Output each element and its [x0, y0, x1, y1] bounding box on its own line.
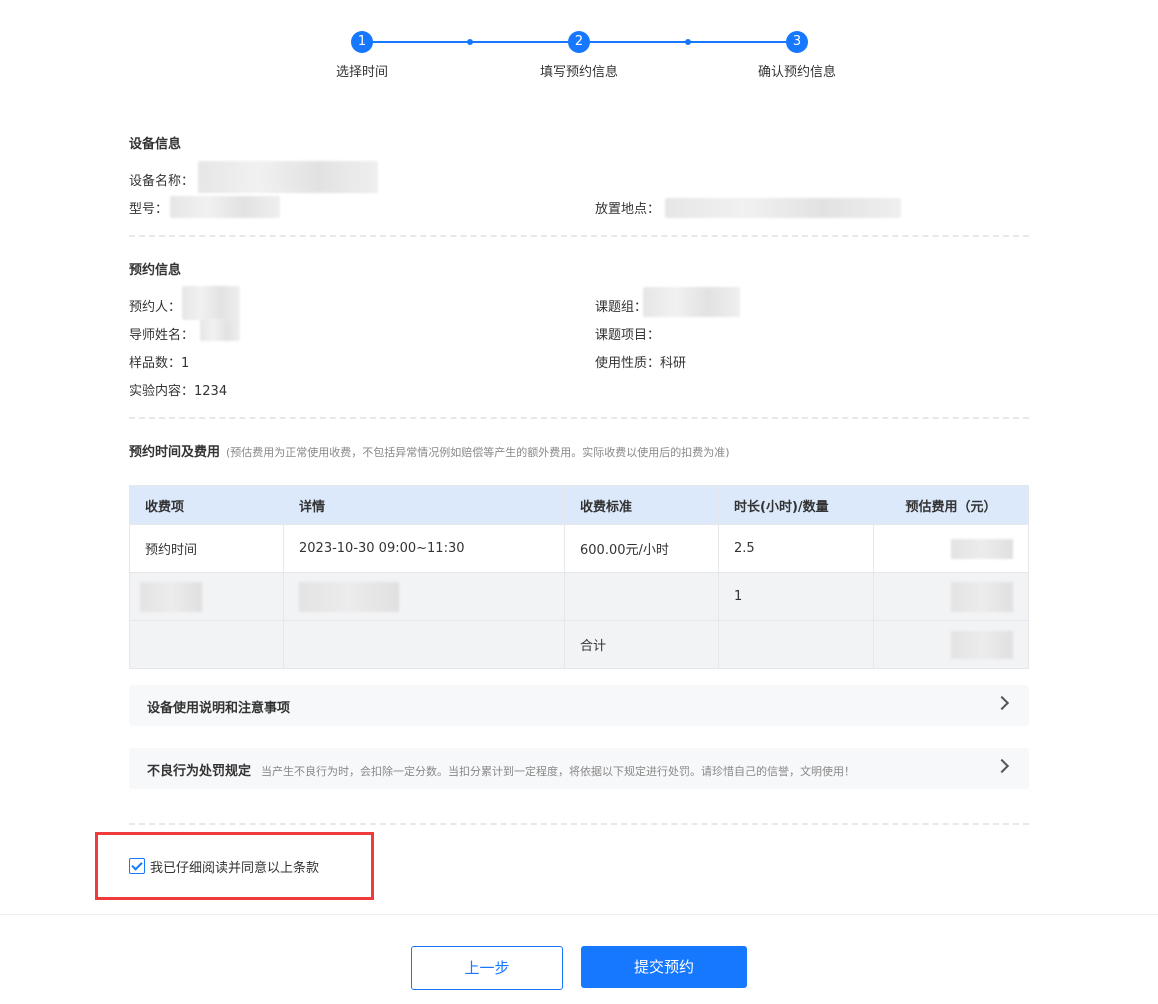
- row2-quantity: 1: [718, 572, 874, 621]
- submit-booking-button[interactable]: 提交预约: [581, 946, 747, 988]
- total-cost-redacted: [951, 630, 1013, 659]
- row2-detail: [283, 572, 565, 621]
- row1-cost-redacted: [951, 538, 1013, 559]
- fee-table-header: 收费项 详情 收费标准 时长(小时)/数量 预估费用（元）: [129, 485, 1029, 525]
- section-divider: [129, 823, 1029, 825]
- device-location-redacted: [665, 198, 901, 218]
- step-connector-dot: [467, 39, 473, 45]
- row1-item: 预约时间: [129, 524, 284, 573]
- step-connector-dot: [685, 39, 691, 45]
- sample-count: 样品数：1: [129, 356, 190, 371]
- step-1-circle: 1: [351, 31, 373, 53]
- penalty-desc: 当产生不良行为时，会扣除一定分数。当扣分累计到一定程度，将依据以下规定进行处罚。…: [261, 765, 856, 778]
- step-2-label: 填写预约信息: [539, 65, 619, 80]
- row1-quantity: 2.5: [718, 524, 874, 573]
- penalty-panel-title: 不良行为处罚规定 当产生不良行为时，会扣除一定分数。当扣分累计到一定程度，将依据以…: [147, 760, 855, 779]
- booking-stepper: 1 2 3 选择时间 填写预约信息 确认预约信息: [0, 0, 1158, 90]
- agreement-label[interactable]: 我已仔细阅读并同意以上条款: [150, 857, 319, 876]
- step-3-circle: 3: [786, 31, 808, 53]
- row2-rate: [564, 572, 719, 621]
- previous-step-button[interactable]: 上一步: [411, 946, 563, 990]
- agreement-checkbox[interactable]: [129, 858, 145, 874]
- device-model-label: 型号：: [129, 202, 169, 217]
- header-quantity: 时长(小时)/数量: [718, 485, 874, 525]
- fee-table: 收费项 详情 收费标准 时长(小时)/数量 预估费用（元） 预约时间 2023-…: [129, 485, 1029, 669]
- header-detail: 详情: [283, 485, 565, 525]
- booker-redacted: [182, 286, 240, 320]
- table-row: 预约时间 2023-10-30 09:00~11:30 600.00元/小时 2…: [129, 524, 1029, 573]
- row2-cost-redacted: [951, 581, 1013, 612]
- row1-detail: 2023-10-30 09:00~11:30: [283, 524, 565, 573]
- section-divider: [129, 417, 1029, 419]
- usage-type: 使用性质：科研: [595, 356, 687, 371]
- fees-title-text: 预约时间及费用: [129, 445, 221, 460]
- fees-note: (预估费用为正常使用收费，不包括异常情况例如赔偿等产生的额外费用。实际收费以使用…: [226, 446, 730, 459]
- advisor-redacted: [200, 319, 240, 341]
- table-row: 1: [129, 572, 1029, 621]
- penalty-rules-panel[interactable]: 不良行为处罚规定 当产生不良行为时，会扣除一定分数。当扣分累计到一定程度，将依据以…: [129, 748, 1029, 789]
- fees-title: 预约时间及费用 (预估费用为正常使用收费，不包括异常情况例如赔偿等产生的额外费用。…: [129, 441, 730, 460]
- step-3-label: 确认预约信息: [757, 65, 837, 80]
- footer-divider: [0, 914, 1158, 915]
- research-group-redacted: [643, 287, 740, 317]
- row2-cost: [873, 572, 1029, 621]
- row2-item: [129, 572, 284, 621]
- header-item: 收费项: [129, 485, 284, 525]
- chevron-right-icon: [994, 758, 1010, 774]
- penalty-title-text: 不良行为处罚规定: [147, 764, 252, 779]
- chevron-right-icon: [994, 695, 1010, 711]
- device-model-redacted: [170, 196, 280, 218]
- table-total-row: 合计: [129, 620, 1029, 669]
- project-label: 课题项目：: [595, 328, 661, 343]
- row1-rate: 600.00元/小时: [564, 524, 719, 573]
- advisor-label: 导师姓名：: [129, 328, 195, 343]
- booking-info-title: 预约信息: [129, 263, 182, 278]
- research-group-label: 课题组：: [595, 300, 648, 315]
- total-empty-1: [129, 620, 284, 669]
- total-cost: [873, 620, 1029, 669]
- header-estimated-cost: 预估费用（元）: [873, 485, 1029, 525]
- device-name-label: 设备名称：: [129, 174, 195, 189]
- booker-label: 预约人：: [129, 300, 182, 315]
- section-divider: [129, 235, 1029, 237]
- experiment-content: 实验内容：1234: [129, 384, 228, 399]
- device-info-title: 设备信息: [129, 137, 182, 152]
- step-2-circle: 2: [568, 31, 590, 53]
- instructions-panel[interactable]: 设备使用说明和注意事项: [129, 685, 1029, 726]
- row2-item-redacted: [140, 581, 202, 612]
- row2-detail-redacted: [299, 581, 399, 612]
- device-name-redacted: [198, 161, 378, 193]
- total-empty-3: [718, 620, 874, 669]
- row1-cost: [873, 524, 1029, 573]
- device-location-label: 放置地点：: [595, 202, 661, 217]
- total-empty-2: [283, 620, 565, 669]
- total-label: 合计: [564, 620, 719, 669]
- header-rate: 收费标准: [564, 485, 719, 525]
- step-1-label: 选择时间: [335, 65, 389, 80]
- instructions-panel-title: 设备使用说明和注意事项: [147, 701, 291, 716]
